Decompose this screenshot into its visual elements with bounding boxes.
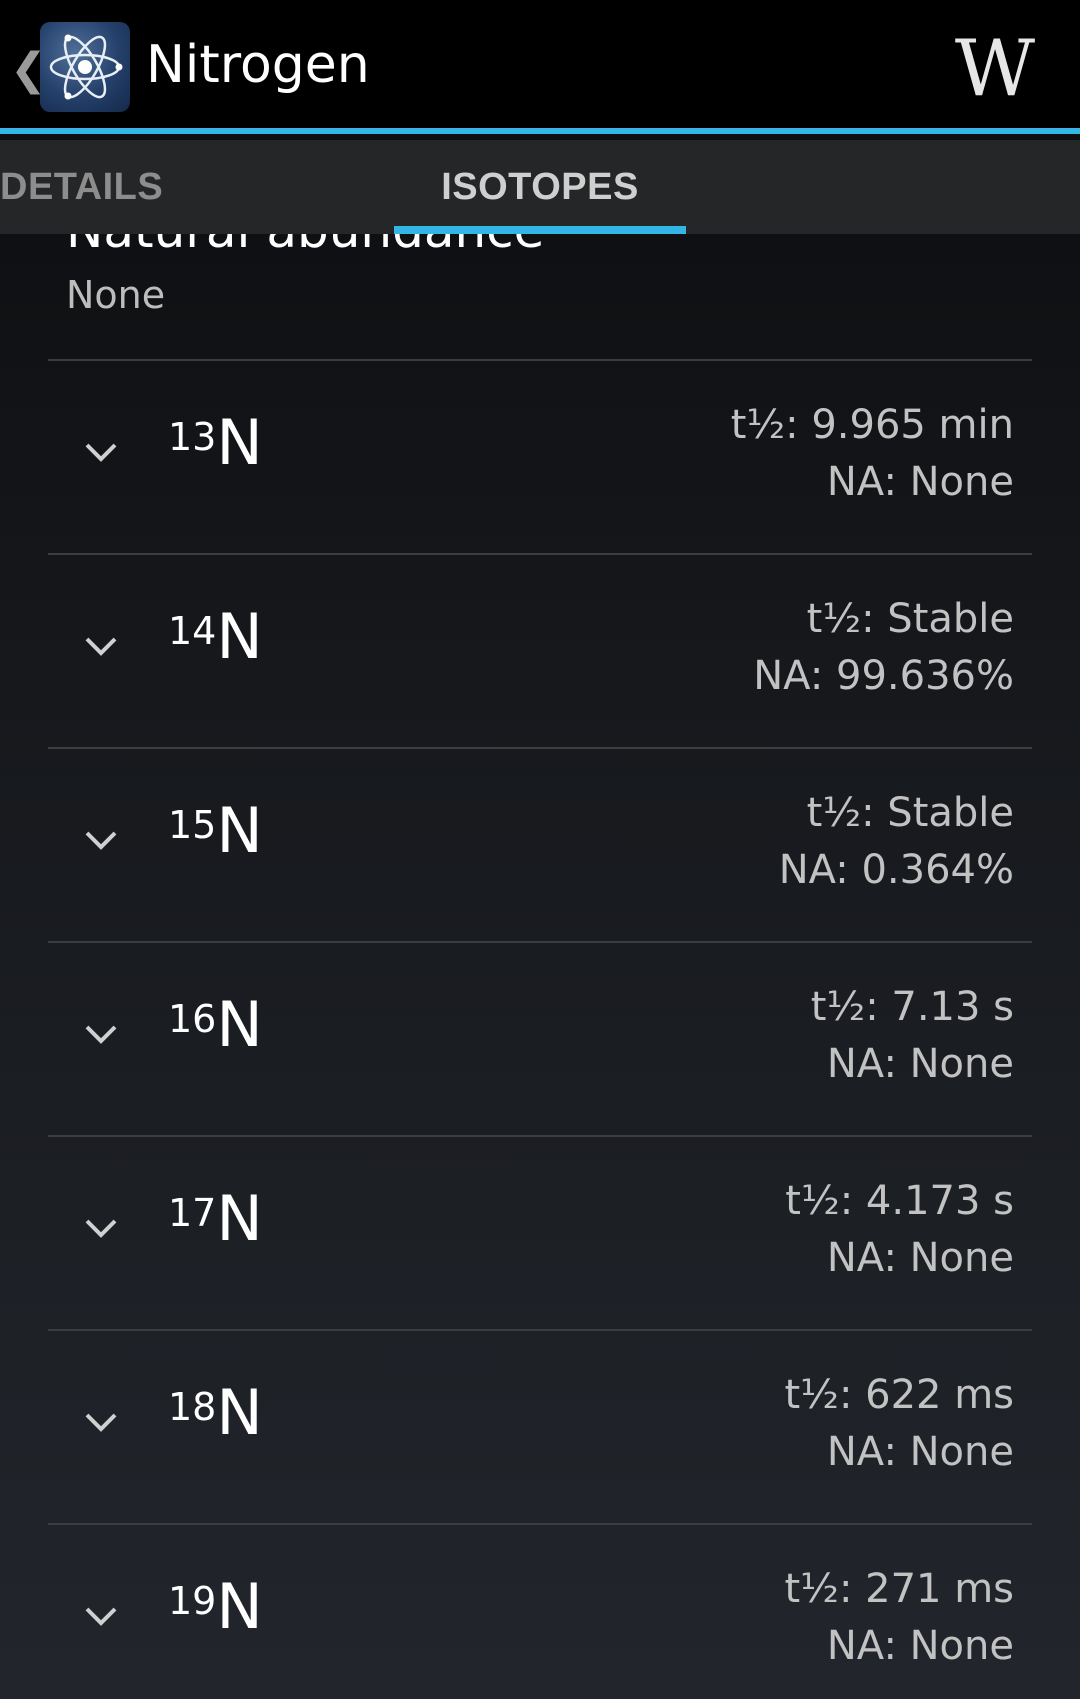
tab-selected-indicator xyxy=(394,226,686,234)
isotope-name: 15N xyxy=(168,800,263,877)
isotope-mass-number: 15 xyxy=(168,803,217,847)
isotope-name: 16N xyxy=(168,994,263,1071)
isotope-name: 17N xyxy=(168,1188,263,1265)
chevron-down-icon xyxy=(85,637,117,656)
chevron-down-icon xyxy=(85,1219,117,1238)
page-title: Nitrogen xyxy=(146,35,370,95)
natural-abundance-section: Natural abundance None xyxy=(0,234,1080,359)
natural-abundance: NA: None xyxy=(826,459,1014,505)
isotope-name: 18N xyxy=(168,1382,263,1459)
isotope-row-16n[interactable]: 16N t½: 7.13 s NA: None xyxy=(48,943,1032,1135)
up-navigation-button[interactable]: ❮ xyxy=(0,10,140,124)
isotope-mass-number: 14 xyxy=(168,609,217,653)
tab-isotopes[interactable]: ISOTOPES xyxy=(394,140,686,234)
half-life: t½: 4.173 s xyxy=(785,1178,1014,1224)
isotope-row-13n[interactable]: 13N t½: 9.965 min NA: None xyxy=(48,361,1032,553)
natural-abundance-value: None xyxy=(66,273,166,317)
wikipedia-icon: W xyxy=(954,24,1036,114)
half-life: t½: 9.965 min xyxy=(730,402,1014,448)
isotope-symbol: N xyxy=(216,406,263,479)
isotope-row-19n[interactable]: 19N t½: 271 ms NA: None xyxy=(48,1525,1032,1699)
isotope-mass-number: 18 xyxy=(168,1385,217,1429)
isotope-symbol: N xyxy=(216,794,263,867)
half-life: t½: Stable xyxy=(806,596,1014,642)
screen: ❮ Nitrogen W DETAILS ISOTOPES None 13N t… xyxy=(0,0,1080,1699)
isotope-properties: t½: 271 ms NA: None xyxy=(784,1561,1014,1675)
half-life: t½: Stable xyxy=(806,790,1014,836)
natural-abundance: NA: 99.636% xyxy=(753,653,1014,699)
isotope-name: 14N xyxy=(168,606,263,683)
atom-app-icon xyxy=(40,22,130,112)
tab-bar: DETAILS ISOTOPES xyxy=(0,140,1080,234)
natural-abundance: NA: 0.364% xyxy=(778,847,1014,893)
isotope-name: 13N xyxy=(168,412,263,489)
isotope-symbol: N xyxy=(216,988,263,1061)
chevron-down-icon xyxy=(85,1413,117,1432)
isotope-mass-number: 17 xyxy=(168,1191,217,1235)
natural-abundance-label: Natural abundance xyxy=(66,234,544,260)
isotope-properties: t½: 9.965 min NA: None xyxy=(731,397,1014,511)
natural-abundance: NA: None xyxy=(826,1235,1014,1281)
isotope-mass-number: 19 xyxy=(168,1579,217,1623)
action-bar-accent-line xyxy=(0,128,1080,134)
isotope-properties: t½: 622 ms NA: None xyxy=(784,1367,1014,1481)
isotope-properties: t½: Stable NA: 0.364% xyxy=(779,785,1014,899)
tab-details[interactable]: DETAILS xyxy=(0,140,163,234)
isotope-symbol: N xyxy=(216,600,263,673)
isotope-row-18n[interactable]: 18N t½: 622 ms NA: None xyxy=(48,1331,1032,1523)
isotope-row-14n[interactable]: 14N t½: Stable NA: 99.636% xyxy=(48,555,1032,747)
isotope-list[interactable]: Natural abundance None 13N t½: 9.965 min… xyxy=(0,234,1080,1699)
natural-abundance: NA: None xyxy=(826,1041,1014,1087)
isotope-properties: t½: 7.13 s NA: None xyxy=(811,979,1014,1093)
isotope-mass-number: 16 xyxy=(168,997,217,1041)
natural-abundance: NA: None xyxy=(826,1623,1014,1669)
chevron-down-icon xyxy=(85,1607,117,1626)
isotope-properties: t½: 4.173 s NA: None xyxy=(785,1173,1014,1287)
isotope-row-17n[interactable]: 17N t½: 4.173 s NA: None xyxy=(48,1137,1032,1329)
action-bar: ❮ Nitrogen W xyxy=(0,0,1080,134)
isotope-symbol: N xyxy=(216,1570,263,1643)
isotope-symbol: N xyxy=(216,1376,263,1449)
isotope-mass-number: 13 xyxy=(168,415,217,459)
isotope-properties: t½: Stable NA: 99.636% xyxy=(753,591,1014,705)
chevron-down-icon xyxy=(85,1025,117,1044)
wikipedia-button[interactable]: W xyxy=(950,24,1040,114)
isotope-name: 19N xyxy=(168,1576,263,1653)
half-life: t½: 622 ms xyxy=(784,1372,1014,1418)
isotope-symbol: N xyxy=(216,1182,263,1255)
half-life: t½: 7.13 s xyxy=(810,984,1014,1030)
chevron-down-icon xyxy=(85,831,117,850)
chevron-down-icon xyxy=(85,443,117,462)
isotope-row-15n[interactable]: 15N t½: Stable NA: 0.364% xyxy=(48,749,1032,941)
natural-abundance: NA: None xyxy=(826,1429,1014,1475)
half-life: t½: 271 ms xyxy=(784,1566,1014,1612)
